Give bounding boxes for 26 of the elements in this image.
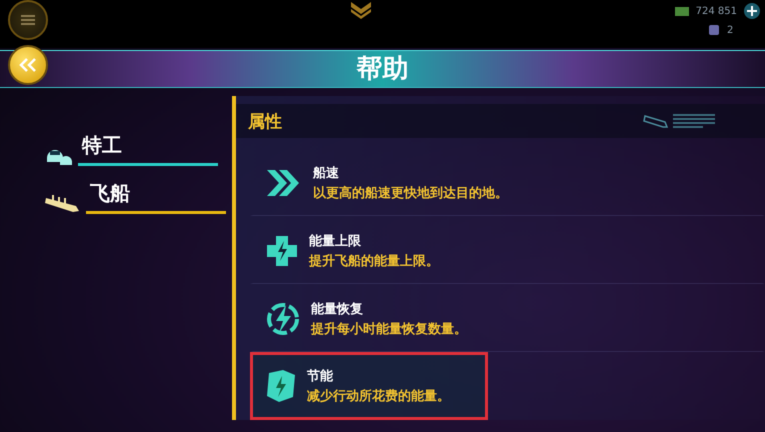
attribute-description: 提升飞船的能量上限。 — [309, 253, 439, 270]
tickets-amount: 2 — [726, 24, 734, 36]
spaceship-icon — [44, 192, 80, 214]
attribute-name: 能量上限 — [309, 233, 362, 250]
ticket-icon — [706, 24, 721, 36]
sidebar-tab[interactable]: 飞船 — [86, 180, 226, 214]
plus-icon[interactable] — [742, 2, 761, 20]
attribute-description: 减少行动所花费的能量。 — [307, 388, 450, 405]
credits-amount: 724 851 — [696, 6, 737, 16]
section-title: 属性 — [248, 110, 282, 132]
attribute-description: 以更高的船速更快地到达目的地。 — [313, 184, 508, 202]
attribute-description: 提升每小时能量恢复数量。 — [311, 321, 467, 338]
chevron-down-icon[interactable] — [348, 0, 373, 20]
plus-bolt-icon — [265, 234, 299, 268]
menu-icon — [20, 14, 36, 26]
attribute-name: 节能 — [307, 368, 334, 385]
cash-icon — [674, 5, 690, 17]
sidebar-tab[interactable]: 特工 — [78, 132, 218, 166]
attribute-name: 能量恢复 — [311, 301, 364, 318]
shield-bolt-icon — [265, 368, 297, 404]
spaceship-schematic-icon — [643, 113, 717, 129]
menu-button[interactable] — [8, 0, 48, 40]
page-title: 帮助 — [0, 50, 765, 88]
double-chevron-left-icon — [19, 58, 37, 72]
bolt-refresh-icon — [265, 301, 301, 337]
attribute-name: 船速 — [313, 165, 340, 182]
